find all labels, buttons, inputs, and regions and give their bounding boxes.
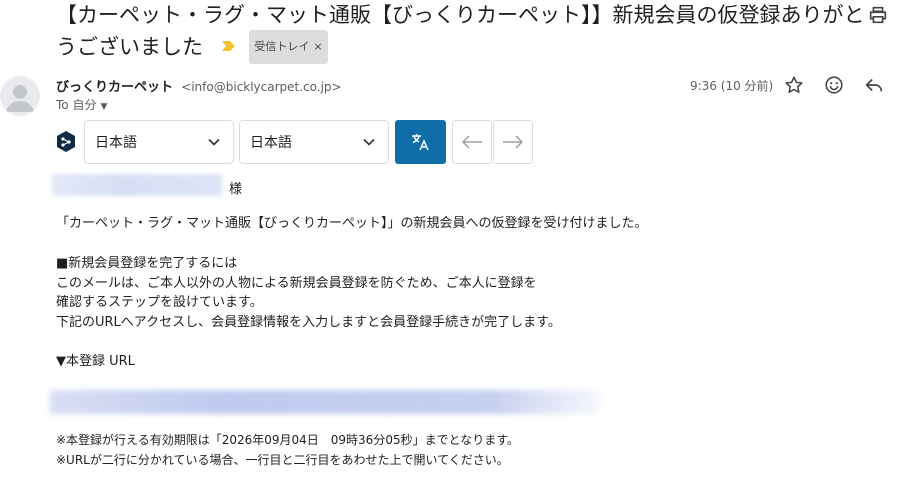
- arrow-right-icon: [503, 135, 524, 149]
- body-paragraph-3: 下記のURLへアクセスし、会員登録情報を入力しますと会員登録手続きが完了します。: [56, 315, 561, 330]
- star-icon[interactable]: [783, 74, 805, 96]
- translate-icon: [411, 134, 429, 151]
- source-language-value: 日本語: [95, 135, 137, 151]
- redacted-recipient-name: [52, 174, 222, 196]
- subject-line: 【カーペット・ラグ・マット通販【びっくりカーペット】】新規会員の仮登録ありがとう…: [56, 0, 866, 64]
- importance-marker-icon[interactable]: [221, 41, 235, 51]
- body-paragraph-1: このメールは、ご本人以外の人物による新規会員登録を防ぐため、ご本人に登録を: [56, 276, 537, 291]
- subject-header: 【カーペット・ラグ・マット通販【びっくりカーペット】】新規会員の仮登録ありがとう…: [56, 0, 866, 64]
- emoji-icon[interactable]: [823, 74, 845, 96]
- inbox-label-text: 受信トレイ: [254, 40, 310, 53]
- email-view: 【カーペット・ラグ・マット通販【びっくりカーペット】】新規会員の仮登録ありがとう…: [0, 0, 903, 483]
- chevron-down-icon: [208, 138, 220, 146]
- body-paragraph-2: 確認するステップを設けています。: [56, 295, 263, 310]
- recipient-label: To 自分: [56, 98, 97, 112]
- section-heading: ■新規会員登録を完了するには: [56, 256, 238, 271]
- sender-name[interactable]: びっくりカーペット: [56, 80, 173, 95]
- inbox-label-chip: 受信トレイ ×: [249, 30, 328, 64]
- arrow-left-icon: [461, 135, 482, 149]
- translate-back-button[interactable]: [452, 120, 492, 164]
- source-language-select[interactable]: 日本語: [84, 120, 234, 164]
- recipient-toggle[interactable]: To 自分 ▼: [56, 96, 107, 113]
- translate-forward-button[interactable]: [493, 120, 533, 164]
- received-time: 9:36 (10 分前): [690, 79, 774, 93]
- chevron-down-icon: [363, 138, 375, 146]
- translate-button[interactable]: [395, 120, 446, 164]
- sender-line: びっくりカーペット <info@bicklycarpet.co.jp>: [56, 76, 342, 95]
- print-icon[interactable]: [867, 4, 889, 26]
- honorific: 様: [229, 182, 243, 197]
- expiry-note: ※本登録が行える有効期限は「2026年09月04日 09時36分05秒」までとな…: [56, 433, 520, 447]
- redacted-registration-link[interactable]: [50, 390, 600, 414]
- url-heading: ▼本登録 URL: [56, 354, 135, 369]
- person-avatar-icon[interactable]: [0, 76, 40, 116]
- target-language-value: 日本語: [250, 135, 292, 151]
- intro-text: 「カーペット・ラグ・マット通販【びっくりカーペット】」の新規会員への仮登録を受け…: [56, 216, 648, 231]
- url-split-note: ※URLが二行に分かれている場合、一行目と二行目をあわせた上で開いてください。: [56, 453, 509, 467]
- remove-label-button[interactable]: ×: [313, 32, 322, 62]
- reply-icon[interactable]: [863, 74, 885, 96]
- sender-email: <info@bicklycarpet.co.jp>: [181, 80, 342, 94]
- translator-logo-icon: [57, 131, 75, 152]
- target-language-select[interactable]: 日本語: [239, 120, 389, 164]
- chevron-down-icon: ▼: [100, 102, 108, 112]
- subject-title: 【カーペット・ラグ・マット通販【びっくりカーペット】】新規会員の仮登録ありがとう…: [56, 3, 865, 59]
